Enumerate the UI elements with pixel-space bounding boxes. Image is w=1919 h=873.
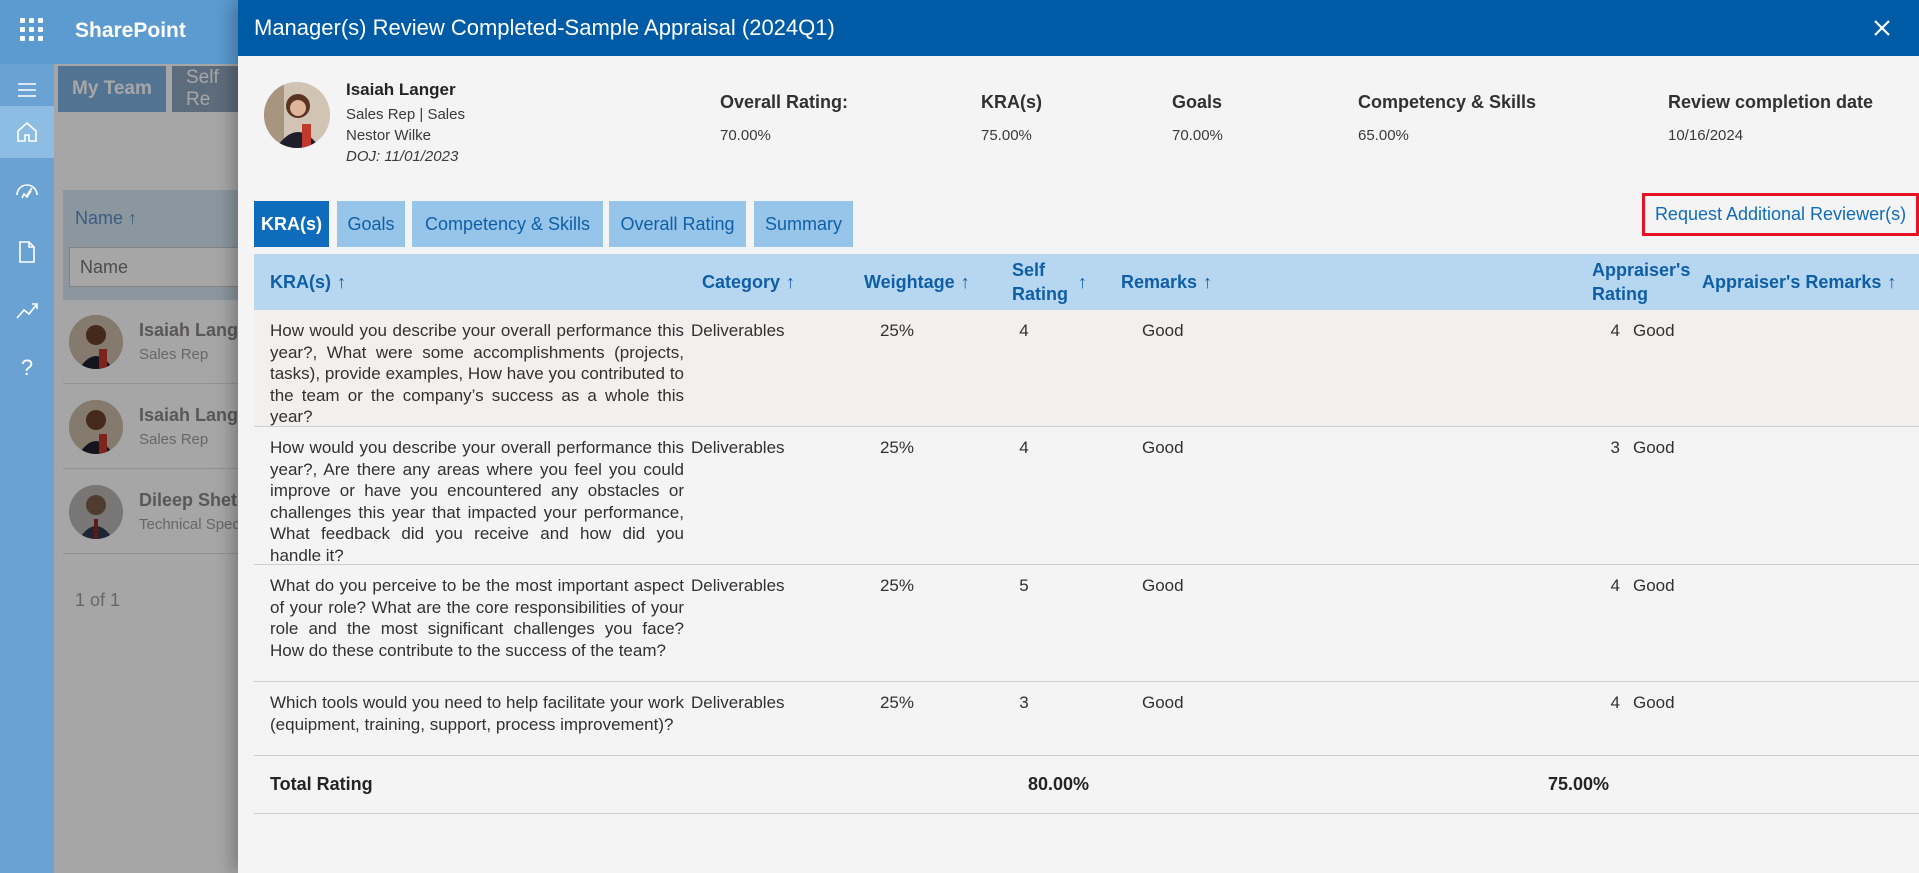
sort-arrow-icon: ↑	[960, 272, 970, 292]
header-appraiser-remarks[interactable]: Appraiser's Remarks ↑	[1702, 254, 1896, 310]
table-row: How would you describe your overall perf…	[254, 310, 1919, 427]
summary-goals: Goals 70.00%	[1172, 92, 1223, 144]
sort-arrow-icon: ↑	[786, 272, 796, 292]
total-self-rating: 80.00%	[1028, 774, 1090, 794]
remarks-cell: Good	[1142, 693, 1184, 712]
remarks-cell: Good	[1142, 438, 1184, 457]
brand-title[interactable]: SharePoint	[75, 19, 186, 43]
review-panel: Manager(s) Review Completed-Sample Appra…	[238, 0, 1919, 873]
self-rating-cell: 5	[1019, 576, 1029, 595]
weightage-cell: 25%	[879, 576, 914, 595]
category-cell: Deliverables	[691, 438, 785, 457]
category-cell: Deliverables	[691, 693, 785, 712]
employee-doj: DOJ: 11/01/2023	[346, 148, 459, 165]
kra-text: Which tools would you need to help facil…	[270, 693, 684, 734]
summary-overall-rating: Overall Rating: 70.00%	[720, 92, 849, 144]
appraiser-rating-cell: 4	[1610, 576, 1620, 595]
header-remarks[interactable]: Remarks ↑	[1121, 254, 1212, 310]
sort-arrow-icon[interactable]: ↑	[1078, 254, 1087, 310]
appraiser-rating-cell: 4	[1610, 321, 1620, 340]
panel-title: Manager(s) Review Completed-Sample Appra…	[254, 15, 835, 40]
total-appraiser-rating: 75.00%	[1548, 774, 1610, 794]
kra-text: How would you describe your overall perf…	[270, 438, 684, 565]
chart-icon[interactable]	[0, 284, 54, 336]
left-rail: ?	[0, 64, 54, 873]
summary-kra: KRA(s) 75.00%	[981, 92, 1042, 144]
tab-overall-rating[interactable]: Overall Rating	[609, 201, 746, 247]
tab-kras[interactable]: KRA(s)	[254, 201, 329, 247]
employee-title-dept: Sales Rep | Sales	[346, 106, 465, 123]
appraiser-remarks-cell: Good	[1633, 438, 1675, 457]
category-cell: Deliverables	[691, 321, 785, 340]
self-rating-cell: 3	[1019, 693, 1029, 712]
panel-header: Manager(s) Review Completed-Sample Appra…	[238, 0, 1919, 56]
employee-avatar	[264, 82, 330, 148]
appraiser-rating-cell: 4	[1610, 693, 1620, 712]
appraiser-remarks-cell: Good	[1633, 321, 1675, 340]
header-kra[interactable]: KRA(s) ↑	[270, 254, 346, 310]
kra-table: KRA(s) ↑ Category ↑ Weightage ↑ Self Rating …	[254, 254, 1919, 814]
category-cell: Deliverables	[691, 576, 785, 595]
table-row: How would you describe your overall perf…	[254, 427, 1919, 565]
request-additional-reviewers-link[interactable]: Request Additional Reviewer(s)	[1642, 193, 1919, 236]
weightage-cell: 25%	[879, 438, 914, 457]
tab-summary[interactable]: Summary	[754, 201, 853, 247]
employee-manager: Nestor Wilke	[346, 127, 432, 144]
header-appraiser-rating[interactable]: Appraiser's Rating	[1592, 254, 1690, 310]
close-icon[interactable]	[1868, 14, 1896, 42]
app-launcher-icon[interactable]	[20, 18, 44, 42]
home-icon[interactable]	[0, 106, 54, 158]
total-rating-label: Total Rating	[270, 774, 373, 794]
remarks-cell: Good	[1142, 321, 1184, 340]
self-rating-cell: 4	[1019, 438, 1029, 457]
help-icon[interactable]: ?	[0, 342, 54, 394]
table-header-row: KRA(s) ↑ Category ↑ Weightage ↑ Self Rating …	[254, 254, 1919, 310]
total-rating-row: Total Rating 80.00% 75.00%	[254, 756, 1919, 814]
tab-competency-skills[interactable]: Competency & Skills	[412, 201, 603, 247]
document-icon[interactable]	[0, 226, 54, 278]
header-weightage[interactable]: Weightage ↑	[864, 254, 970, 310]
sort-arrow-icon: ↑	[1887, 272, 1897, 292]
header-category[interactable]: Category ↑	[702, 254, 795, 310]
employee-name: Isaiah Langer	[346, 80, 456, 99]
tab-goals[interactable]: Goals	[337, 201, 405, 247]
remarks-cell: Good	[1142, 576, 1184, 595]
weightage-cell: 25%	[879, 321, 914, 340]
appraiser-remarks-cell: Good	[1633, 693, 1675, 712]
appraiser-remarks-cell: Good	[1633, 576, 1675, 595]
table-row: Which tools would you need to help facil…	[254, 682, 1919, 756]
summary-completion-date: Review completion date 10/16/2024	[1668, 92, 1874, 144]
appraiser-rating-cell: 3	[1610, 438, 1620, 457]
summary-competency: Competency & Skills 65.00%	[1358, 92, 1537, 144]
table-row: What do you perceive to be the most impo…	[254, 565, 1919, 682]
kra-text: What do you perceive to be the most impo…	[270, 576, 684, 660]
kra-text: How would you describe your overall perf…	[270, 321, 684, 426]
self-rating-cell: 4	[1019, 321, 1029, 340]
header-self-rating[interactable]: Self Rating	[1012, 254, 1082, 310]
sort-arrow-icon: ↑	[1203, 272, 1213, 292]
sort-arrow-icon: ↑	[337, 272, 346, 292]
performance-icon[interactable]	[0, 166, 54, 218]
weightage-cell: 25%	[879, 693, 914, 712]
